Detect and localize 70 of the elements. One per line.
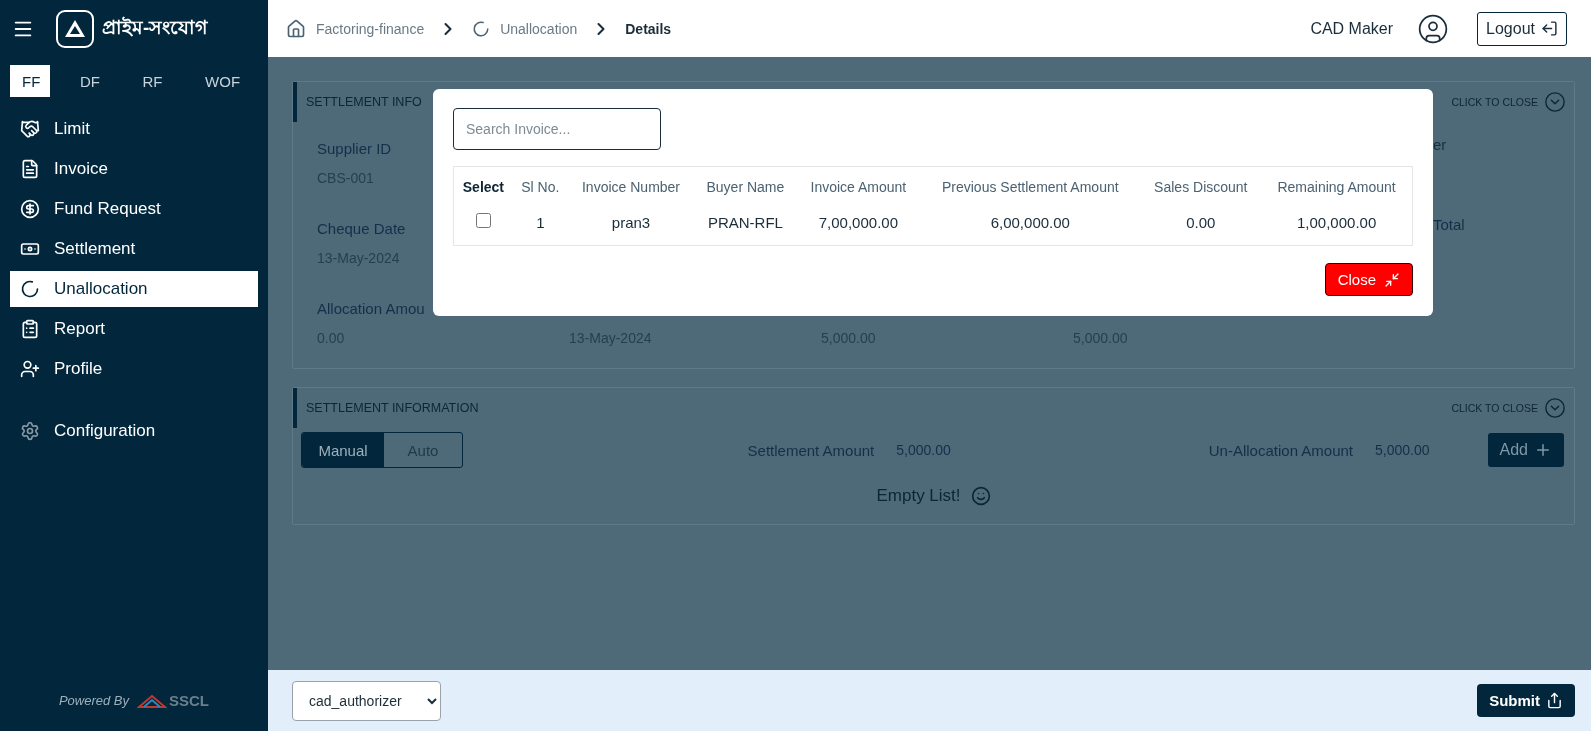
breadcrumb-link[interactable]: Details — [625, 20, 672, 37]
search-field[interactable]: Search Invoice... — [453, 108, 661, 150]
plus-icon — [1534, 441, 1552, 459]
logout-button[interactable]: Logout — [1477, 11, 1567, 46]
breadcrumb-link[interactable]: Factoring-finance — [316, 20, 425, 37]
user-name: CAD Maker — [1310, 19, 1394, 38]
handshake-icon — [20, 119, 40, 139]
table-cell: 0.00 — [1140, 205, 1262, 246]
user-avatar-icon[interactable] — [1417, 12, 1450, 45]
field-label: er — [1433, 136, 1447, 153]
nav-item[interactable]: Report — [10, 311, 258, 347]
column-header: Sales Discount — [1140, 166, 1262, 205]
finance-tab[interactable]: WOF — [193, 65, 246, 97]
column-header: Remaining Amount — [1261, 166, 1413, 205]
field-label: Allocation Amou — [317, 300, 425, 317]
table-cell: PRAN-RFL — [694, 205, 797, 246]
user-plus-icon — [20, 359, 40, 379]
finance-tab[interactable]: RF — [130, 65, 172, 97]
home-icon — [286, 18, 306, 39]
nav-item[interactable]: Configuration — [10, 413, 258, 449]
field-label: Cheque Date — [317, 220, 406, 237]
column-header: Invoice Number — [567, 166, 695, 205]
logout-icon — [1541, 20, 1558, 37]
role-select[interactable]: cad_authorizer — [292, 680, 441, 721]
empty-message: Empty List! — [876, 486, 961, 506]
column-header: Select — [453, 166, 513, 205]
finance-tab[interactable]: DF — [68, 65, 109, 97]
nav-item[interactable]: Invoice — [10, 151, 258, 187]
amount-label: Settlement Amount — [747, 441, 875, 459]
powered-by-text: Powered By — [58, 693, 130, 708]
chevron-down-icon — [1544, 397, 1566, 419]
dollar-circle-icon — [20, 199, 40, 219]
brand-name: প্রাইম-সংযোগ — [102, 15, 208, 40]
table-cell: 1,00,000.00 — [1261, 205, 1413, 246]
card-title: SETTLEMENT INFO — [306, 95, 423, 109]
table-cell: 6,00,000.00 — [920, 205, 1141, 246]
nav-item[interactable]: Unallocation — [10, 271, 258, 307]
column-header: Buyer Name — [694, 166, 797, 205]
close-button[interactable]: Close — [1324, 263, 1413, 296]
nav-item[interactable]: Profile — [10, 351, 258, 387]
logo-icon — [56, 9, 94, 48]
nav-item[interactable]: Settlement — [10, 231, 258, 267]
submit-button[interactable]: Submit — [1477, 684, 1575, 717]
chevron-down-icon — [1544, 91, 1566, 113]
minimize-icon — [1384, 271, 1400, 288]
nav-item[interactable]: Fund Request — [10, 191, 258, 227]
mode-toggle[interactable]: Manual — [302, 433, 384, 467]
nav-item[interactable]: Limit — [10, 111, 258, 147]
amount-value: 5,000.00 — [1375, 442, 1430, 458]
column-header: Sl No. — [512, 166, 568, 205]
add-button[interactable]: Add — [1487, 433, 1564, 467]
table-cell: pran3 — [567, 205, 695, 246]
upload-icon — [1546, 692, 1563, 709]
finance-tab[interactable]: FF — [10, 65, 50, 97]
column-header: Previous Settlement Amount — [920, 166, 1141, 205]
document-icon — [20, 159, 40, 179]
clipboard-icon — [20, 319, 40, 339]
table-cell: 1 — [512, 205, 568, 246]
breadcrumb-link[interactable]: Unallocation — [500, 20, 578, 37]
amount-value: 5,000.00 — [896, 442, 951, 458]
column-header: Invoice Amount — [796, 166, 921, 205]
field-label: Total — [1433, 216, 1465, 233]
amount-label: Un-Allocation Amount — [1208, 441, 1354, 459]
smiley-icon — [970, 486, 991, 506]
table-cell: 7,00,000.00 — [796, 205, 921, 246]
settings-icon — [20, 421, 40, 441]
row-checkbox[interactable] — [475, 213, 491, 228]
field-label: Supplier ID — [317, 140, 392, 157]
sscl-logo: SSCL — [137, 692, 210, 709]
card-title: SETTLEMENT INFORMATION — [306, 401, 480, 415]
